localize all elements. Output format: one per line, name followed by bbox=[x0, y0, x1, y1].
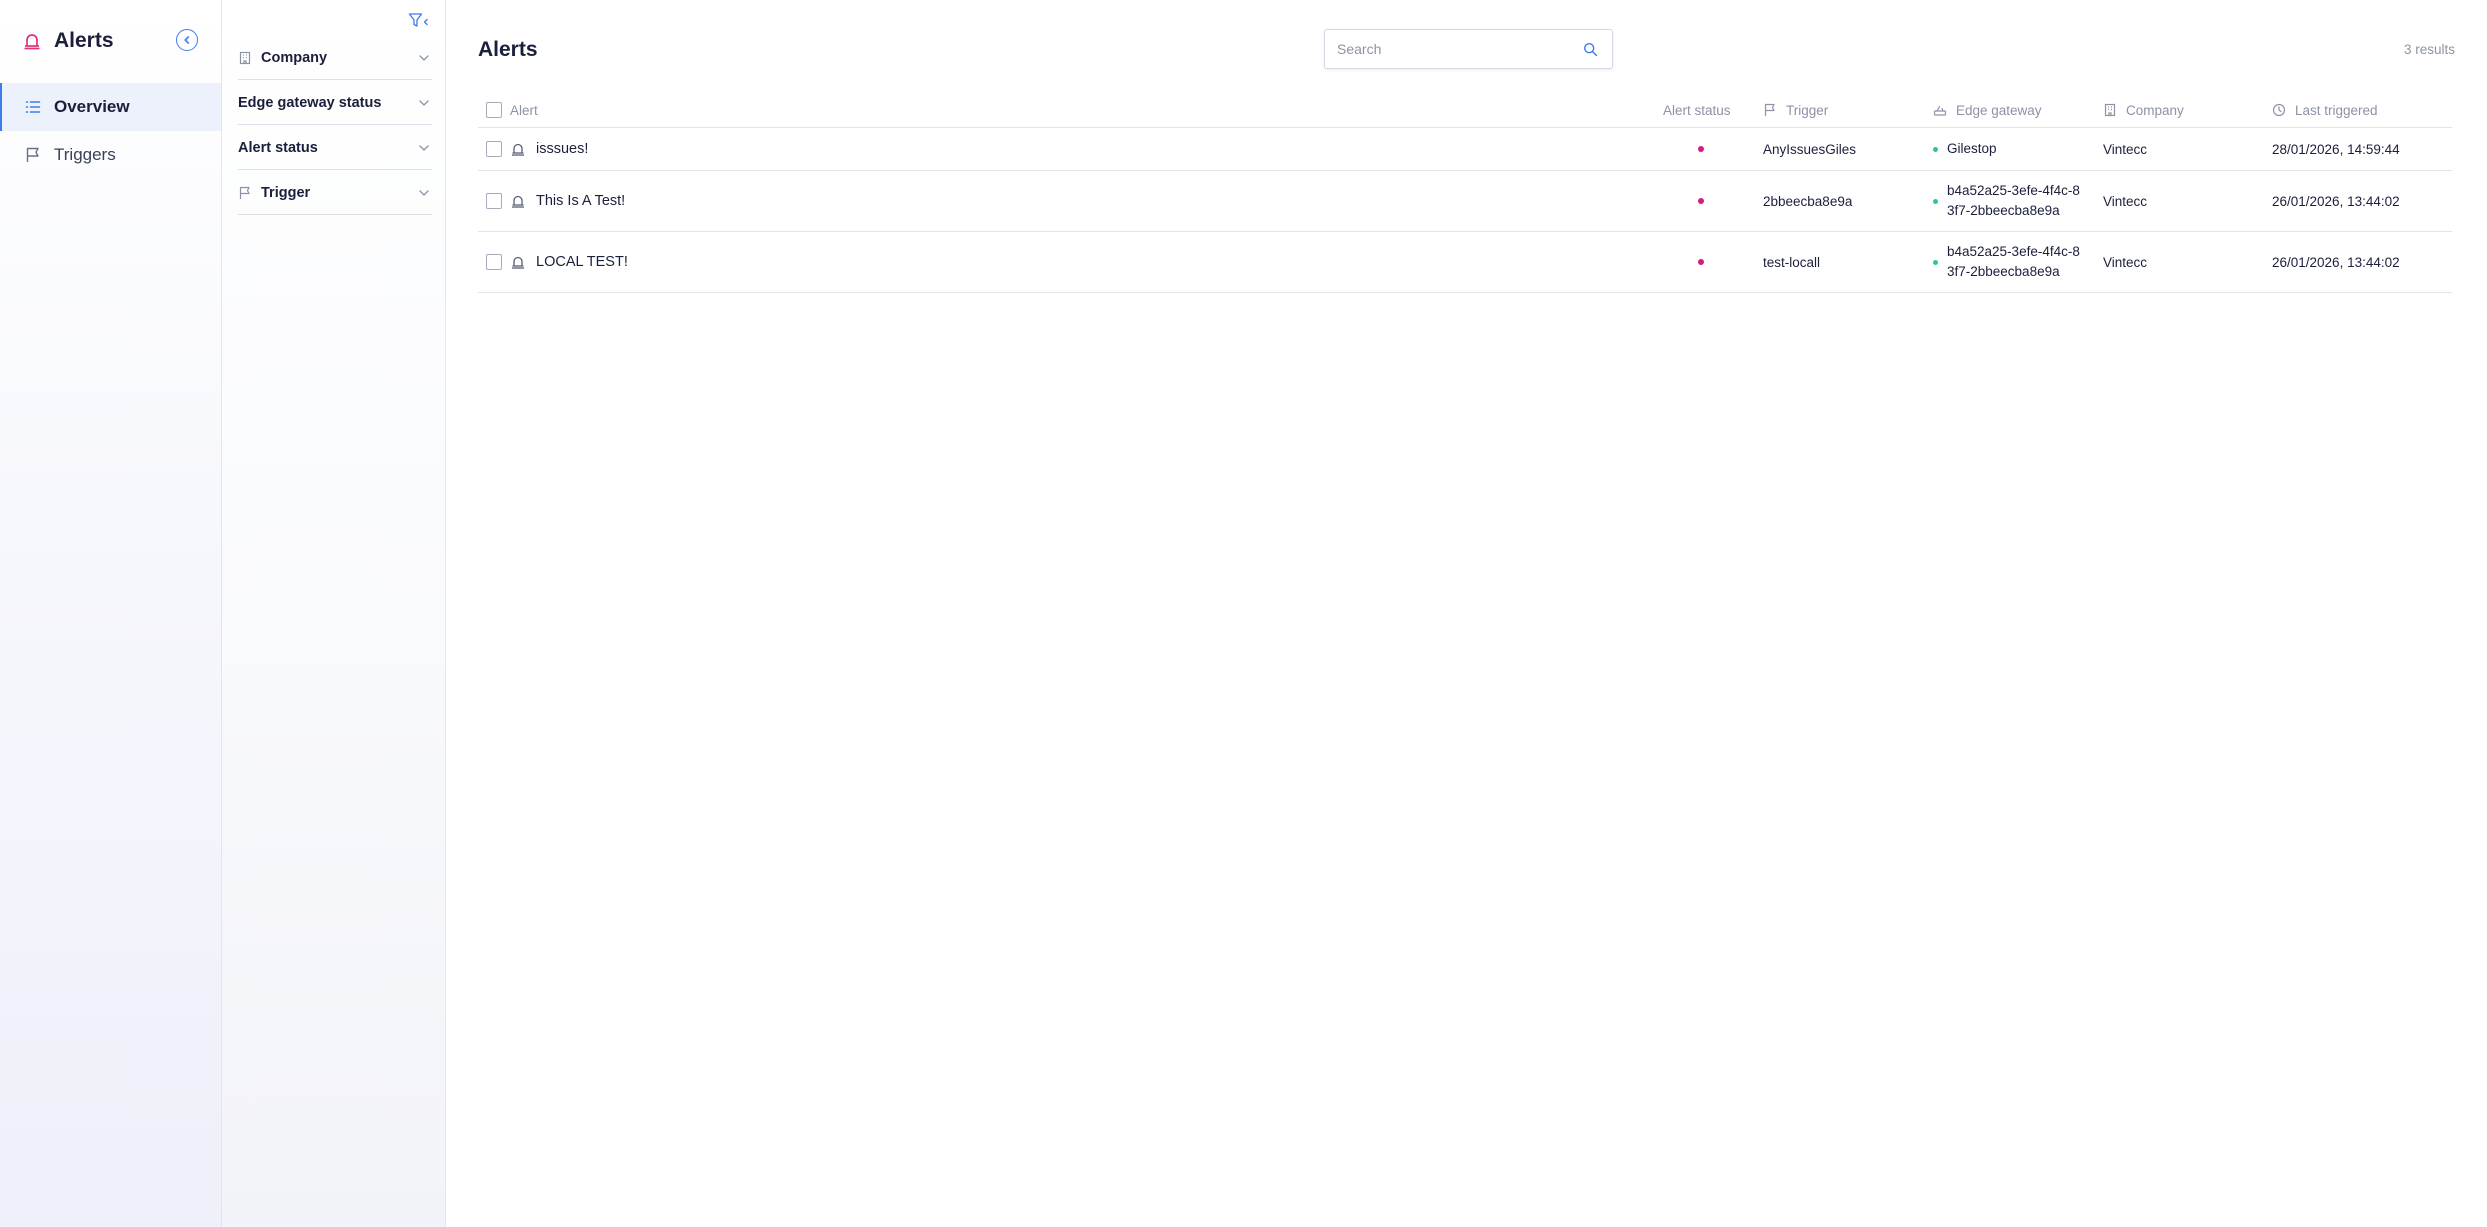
gateway-status-dot bbox=[1933, 259, 1938, 265]
column-header-label: Alert bbox=[510, 102, 538, 118]
alert-status-dot bbox=[1698, 259, 1704, 265]
chevron-left-icon bbox=[182, 35, 192, 45]
row-checkbox[interactable] bbox=[486, 141, 502, 157]
results-count: 3 results bbox=[2403, 42, 2455, 57]
column-header-company[interactable]: Company bbox=[2103, 92, 2184, 128]
row-select-cell bbox=[486, 128, 502, 170]
collapse-filters-button[interactable] bbox=[408, 12, 430, 30]
trigger-cell: 2bbeecba8e9a bbox=[1763, 193, 1853, 209]
column-header-last-triggered[interactable]: Last triggered bbox=[2272, 92, 2378, 128]
clock-icon bbox=[2272, 103, 2286, 117]
gateway-status-dot bbox=[1933, 146, 1938, 152]
row-select-cell bbox=[486, 232, 502, 292]
alerts-table: Alert Alert status Trigger Edge gateway bbox=[478, 92, 2452, 293]
sidebar-item-triggers[interactable]: Triggers bbox=[0, 131, 221, 179]
row-checkbox[interactable] bbox=[486, 254, 502, 270]
collapse-sidebar-button[interactable] bbox=[176, 29, 198, 51]
edge-gateway-name: b4a52a25-3efe-4f4c-83f7-2bbeecba8e9a bbox=[1947, 183, 2080, 218]
table-row[interactable]: isssues! AnyIssuesGiles Gilestop Vintecc… bbox=[478, 128, 2452, 171]
filter-label: Trigger bbox=[261, 184, 311, 201]
column-header-label: Edge gateway bbox=[1956, 102, 2042, 118]
alert-cell: LOCAL TEST! bbox=[510, 232, 628, 292]
sidebar-item-label: Triggers bbox=[54, 145, 116, 164]
edge-gateway-name: b4a52a25-3efe-4f4c-83f7-2bbeecba8e9a bbox=[1947, 244, 2080, 279]
page-title: Alerts bbox=[478, 38, 538, 61]
sidebar-item-overview[interactable]: Overview bbox=[0, 83, 221, 131]
filter-alert-status[interactable]: Alert status bbox=[238, 126, 432, 170]
select-all-cell bbox=[486, 92, 502, 128]
chevron-down-icon bbox=[418, 142, 430, 154]
trigger-cell: AnyIssuesGiles bbox=[1763, 141, 1857, 157]
filter-panel: Company Edge gateway status Alert status… bbox=[222, 0, 446, 1227]
column-header-label: Company bbox=[2126, 102, 2184, 118]
brand-title: Alerts bbox=[54, 29, 114, 52]
alert-status-dot bbox=[1698, 146, 1704, 152]
edge-gateway-cell: b4a52a25-3efe-4f4c-83f7-2bbeecba8e9a bbox=[1933, 232, 2087, 292]
table-row[interactable]: LOCAL TEST! test-locall b4a52a25-3efe-4f… bbox=[478, 232, 2452, 293]
edge-gateway-cell: Gilestop bbox=[1933, 128, 2087, 170]
edge-gateway-cell: b4a52a25-3efe-4f4c-83f7-2bbeecba8e9a bbox=[1933, 171, 2087, 231]
alert-cell: This Is A Test! bbox=[510, 171, 625, 231]
column-header-alert-status[interactable]: Alert status bbox=[1663, 92, 1731, 128]
search-input[interactable] bbox=[1337, 41, 1577, 57]
siren-icon bbox=[22, 31, 42, 51]
column-header-label: Last triggered bbox=[2295, 102, 2378, 118]
filter-icon bbox=[408, 12, 430, 30]
filter-edge-gateway-status[interactable]: Edge gateway status bbox=[238, 81, 432, 125]
filter-company[interactable]: Company bbox=[238, 36, 432, 80]
siren-icon bbox=[510, 141, 526, 157]
row-select-cell bbox=[486, 171, 502, 231]
chevron-down-icon bbox=[418, 187, 430, 199]
row-checkbox[interactable] bbox=[486, 193, 502, 209]
table-header: Alert Alert status Trigger Edge gateway bbox=[478, 92, 2452, 128]
flag-icon bbox=[238, 186, 252, 200]
alert-status-cell bbox=[1698, 128, 1704, 170]
company-cell: Vintecc bbox=[2103, 141, 2148, 157]
last-triggered-cell: 26/01/2026, 13:44:02 bbox=[2272, 254, 2400, 270]
search-icon[interactable] bbox=[1583, 42, 1598, 57]
gateway-status-dot bbox=[1933, 198, 1938, 204]
column-header-alert[interactable]: Alert bbox=[510, 92, 538, 128]
filter-label: Edge gateway status bbox=[238, 94, 382, 111]
last-triggered-cell: 28/01/2026, 14:59:44 bbox=[2272, 141, 2400, 157]
alert-cell: isssues! bbox=[510, 128, 588, 170]
flag-icon bbox=[24, 146, 42, 164]
company-cell: Vintecc bbox=[2103, 193, 2148, 209]
filter-trigger[interactable]: Trigger bbox=[238, 171, 432, 215]
main-content: Alerts 3 results Alert Alert status bbox=[446, 0, 2487, 1227]
alert-name: isssues! bbox=[536, 141, 589, 157]
alert-name: This Is A Test! bbox=[536, 193, 626, 209]
filter-label: Alert status bbox=[238, 139, 318, 156]
column-header-trigger[interactable]: Trigger bbox=[1763, 92, 1828, 128]
chevron-down-icon bbox=[418, 97, 430, 109]
column-header-edge-gateway[interactable]: Edge gateway bbox=[1933, 92, 2042, 128]
sidebar-item-label: Overview bbox=[54, 97, 130, 116]
alert-status-dot bbox=[1698, 198, 1704, 204]
select-all-checkbox[interactable] bbox=[486, 102, 502, 118]
edge-gateway-name: Gilestop bbox=[1947, 141, 1997, 156]
column-header-label: Trigger bbox=[1786, 102, 1829, 118]
alert-status-cell bbox=[1698, 171, 1704, 231]
column-header-label: Alert status bbox=[1663, 102, 1731, 118]
flag-icon bbox=[1763, 103, 1777, 117]
table-row[interactable]: This Is A Test! 2bbeecba8e9a b4a52a25-3e… bbox=[478, 171, 2452, 232]
last-triggered-cell: 26/01/2026, 13:44:02 bbox=[2272, 193, 2400, 209]
brand: Alerts bbox=[22, 26, 114, 56]
alert-status-cell bbox=[1698, 232, 1704, 292]
trigger-cell: test-locall bbox=[1763, 254, 1821, 270]
company-cell: Vintecc bbox=[2103, 254, 2148, 270]
siren-icon bbox=[510, 193, 526, 209]
building-icon bbox=[238, 51, 252, 65]
sidebar: Alerts Overview Triggers bbox=[0, 0, 222, 1227]
siren-icon bbox=[510, 254, 526, 270]
chevron-down-icon bbox=[418, 52, 430, 64]
router-icon bbox=[1933, 103, 1947, 117]
filter-label: Company bbox=[261, 49, 328, 66]
building-icon bbox=[2103, 103, 2117, 117]
search-box bbox=[1324, 29, 1613, 69]
alert-name: LOCAL TEST! bbox=[536, 254, 628, 270]
list-icon bbox=[24, 98, 42, 116]
